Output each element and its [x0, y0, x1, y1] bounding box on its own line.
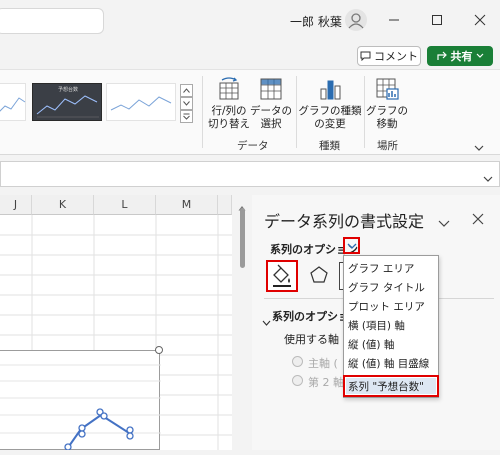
close-icon [472, 213, 484, 225]
ribbon-separator [364, 76, 365, 148]
paint-bucket-icon [273, 264, 291, 287]
selected-item-highlight [343, 375, 439, 397]
menu-item-horizontal-axis[interactable]: 横 (項目) 軸 [348, 318, 405, 333]
avatar[interactable] [345, 9, 367, 31]
fill-line-tab[interactable] [266, 260, 298, 292]
column-header[interactable]: L [94, 195, 156, 215]
pane-title: データ系列の書式設定 [264, 212, 425, 231]
comment-button[interactable]: コメント [357, 46, 421, 66]
menu-item-vertical-gridlines[interactable]: 縦 (値) 軸 目盛線 [348, 356, 429, 371]
chart-resize-handle[interactable] [155, 346, 163, 354]
plot-axis-label: 使用する軸 [284, 333, 339, 346]
series-point [126, 432, 134, 440]
move-chart-label: グラフの 移動 [366, 105, 408, 130]
share-button[interactable]: 共有 [427, 46, 493, 66]
gallery-down-button[interactable] [180, 97, 193, 110]
minimize-button[interactable] [384, 10, 404, 30]
chevron-down-icon [483, 176, 493, 182]
chevron-down-icon [438, 220, 450, 227]
select-data-button[interactable]: データの 選択 [250, 76, 292, 131]
secondary-axis-label: 第 2 軸 [308, 376, 344, 389]
section-collapse-toggle[interactable] [262, 311, 271, 330]
gallery-more-button[interactable] [180, 110, 193, 123]
move-chart-icon [376, 78, 399, 100]
select-data-label: データの 選択 [250, 105, 292, 130]
change-chart-type-label: グラフの種類 の変更 [298, 105, 362, 130]
effects-tab[interactable] [308, 264, 330, 290]
ribbon-separator [202, 76, 203, 148]
line-chart-icon [110, 96, 172, 111]
switch-row-column-button[interactable]: 行/列の 切り替え [208, 76, 250, 131]
group-label-location: 場所 [377, 140, 398, 152]
column-header[interactable]: K [32, 195, 94, 215]
person-icon [348, 13, 364, 29]
chart-style-thumbnail[interactable] [0, 83, 26, 121]
series-point [100, 412, 108, 420]
formula-bar[interactable] [0, 161, 500, 187]
column-header[interactable] [218, 195, 232, 215]
ribbon-separator [296, 76, 297, 148]
search-box[interactable] [0, 8, 104, 34]
share-icon [436, 51, 447, 60]
column-header[interactable]: J [0, 195, 32, 215]
chevron-down-icon [347, 243, 356, 249]
chevron-down-icon [183, 101, 190, 106]
share-label: 共有 [450, 50, 473, 63]
chevron-up-icon [183, 88, 190, 93]
switch-row-column-label: 行/列の 切り替え [208, 105, 250, 130]
series-point [78, 430, 86, 438]
group-label-data: データ [237, 140, 269, 152]
thumbnail-title: 予想台数 [57, 87, 78, 93]
formula-bar-expand-button[interactable] [483, 168, 493, 187]
series-options-dropdown[interactable] [343, 237, 360, 254]
pane-close-button[interactable] [472, 210, 484, 229]
chart-style-thumbnail[interactable] [106, 83, 176, 121]
chevron-down-icon [262, 320, 271, 326]
ribbon-collapse-button[interactable] [474, 137, 484, 156]
close-window-button[interactable] [470, 10, 490, 30]
comment-icon [360, 51, 371, 61]
move-chart-button[interactable]: グラフの 移動 [366, 76, 408, 131]
menu-item-chart-title[interactable]: グラフ タイトル [348, 280, 425, 295]
group-label-type: 種類 [319, 140, 340, 152]
maximize-icon [432, 15, 442, 25]
close-icon [474, 14, 486, 26]
series-point [78, 424, 86, 432]
series-point [64, 443, 72, 450]
chart-style-thumbnail-selected[interactable]: 予想台数 [32, 83, 102, 121]
pane-options-button[interactable] [438, 213, 450, 232]
scrollbar-thumb[interactable] [240, 208, 245, 268]
change-chart-type-button[interactable]: グラフの種類 の変更 [298, 76, 362, 131]
line-chart-icon [0, 97, 26, 112]
menu-item-vertical-axis[interactable]: 縦 (値) 軸 [348, 337, 394, 352]
more-icon [183, 113, 190, 120]
comment-label: コメント [374, 50, 418, 63]
switch-row-column-icon [219, 77, 239, 100]
chevron-down-icon [476, 53, 483, 58]
pentagon-icon [310, 266, 328, 283]
user-name: 一郎 秋葉 [290, 15, 342, 29]
menu-item-plot-area[interactable]: プロット エリア [348, 299, 425, 314]
series-markers[interactable] [50, 400, 160, 450]
column-header[interactable]: M [156, 195, 218, 215]
gallery-up-button[interactable] [180, 84, 193, 97]
primary-axis-label: 主軸 ( [308, 357, 338, 370]
chevron-down-icon [474, 145, 484, 151]
bar-chart-icon [320, 80, 341, 100]
menu-item-chart-area[interactable]: グラフ エリア [348, 261, 414, 276]
primary-axis-radio[interactable] [292, 356, 303, 367]
secondary-axis-radio[interactable] [292, 375, 303, 386]
maximize-button[interactable] [427, 10, 447, 30]
minimize-icon [389, 19, 399, 21]
series-point [126, 426, 134, 434]
select-data-icon [260, 78, 282, 100]
